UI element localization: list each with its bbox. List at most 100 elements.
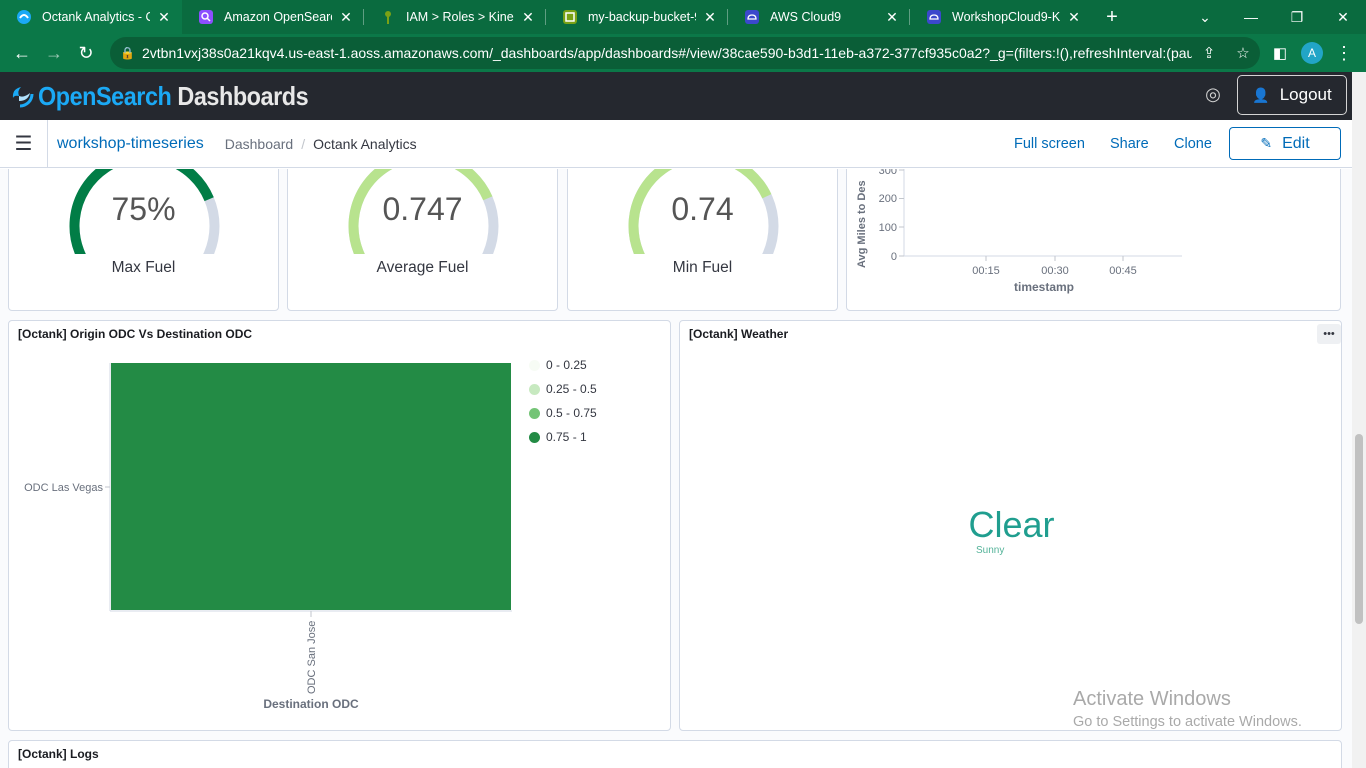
profile-avatar[interactable]: A [1301, 42, 1323, 64]
avatar[interactable]: A [1301, 42, 1323, 64]
app-header: OpenSearch Dashboards ◎ 👤 Logout [0, 72, 1352, 120]
x-axis-label: timestamp [1014, 280, 1074, 294]
iam-icon [380, 9, 396, 25]
opensearch-service-icon [198, 9, 214, 25]
tab-title: my-backup-bucket-95 [588, 10, 696, 24]
close-tab-icon[interactable]: ✕ [1066, 9, 1082, 26]
forward-icon[interactable]: → [38, 37, 70, 69]
y-axis-label: Avg Miles to Des [856, 180, 868, 268]
gauge-panel-max-fuel[interactable]: 75% Max Fuel [8, 169, 279, 311]
opensearch-tab-icon [16, 9, 32, 25]
close-tab-icon[interactable]: ✕ [702, 9, 718, 26]
weather-metric-sublabel: Sunny [976, 545, 1005, 556]
svg-text:300: 300 [879, 169, 897, 177]
close-window-icon[interactable]: ✕ [1320, 0, 1366, 34]
help-icon[interactable]: ◎ [1201, 84, 1225, 108]
close-tab-icon[interactable]: ✕ [520, 9, 536, 26]
dashboard-canvas: 75% Max Fuel 0.747 Average Fuel 0.74 Min… [0, 169, 1352, 768]
weather-panel[interactable]: [Octank] Weather ••• Clear Sunny [679, 320, 1342, 731]
share-link[interactable]: Share [1110, 136, 1149, 152]
legend-item[interactable]: 0.5 - 0.75 [529, 406, 597, 420]
workspace-link[interactable]: workshop-timeseries [57, 135, 204, 153]
logs-panel[interactable]: [Octank] Logs [8, 740, 1342, 768]
miles-chart-panel[interactable]: Avg Miles to Des 300 200 100 0 00:15 00:… [846, 169, 1341, 311]
logout-label: Logout [1279, 85, 1332, 104]
svg-text:00:45: 00:45 [1109, 265, 1137, 277]
minimize-icon[interactable]: — [1228, 0, 1274, 34]
tab-title: IAM > Roles > Kinesis [406, 10, 514, 24]
new-tab-icon[interactable]: + [1094, 6, 1130, 29]
browser-tab-bar: Octank Analytics - Op ✕ Amazon OpenSearc… [0, 0, 1366, 34]
scrollbar-thumb[interactable] [1355, 434, 1363, 624]
logo-text: OpenSearch Dashboards [38, 80, 309, 111]
logout-button[interactable]: 👤 Logout [1237, 75, 1347, 115]
browser-menu-icon[interactable]: ⋮ [1328, 37, 1360, 69]
x-axis-title: Destination ODC [263, 697, 359, 711]
tab-search-icon[interactable]: ⌄ [1182, 0, 1228, 34]
close-tab-icon[interactable]: ✕ [338, 9, 354, 26]
cloud9-icon [926, 9, 942, 25]
gauge-value: 0.74 [671, 191, 734, 227]
gauge-panel-min-fuel[interactable]: 0.74 Min Fuel [567, 169, 838, 311]
weather-metric-value: Clear [968, 504, 1055, 545]
close-tab-icon[interactable]: ✕ [156, 9, 172, 26]
legend-item[interactable]: 0.25 - 0.5 [529, 382, 597, 396]
side-panel-icon[interactable]: ◧ [1264, 37, 1296, 69]
browser-tab[interactable]: Amazon OpenSearch ( ✕ [182, 0, 364, 34]
browser-tab[interactable]: WorkshopCloud9-KG1 ✕ [910, 0, 1092, 34]
x-tick: 00:45 [1109, 256, 1137, 277]
breadcrumb-dashboard[interactable]: Dashboard [225, 136, 294, 152]
gauge-panel-average-fuel[interactable]: 0.747 Average Fuel [287, 169, 558, 311]
edit-button[interactable]: ✎ Edit [1229, 127, 1341, 160]
menu-toggle-icon[interactable]: ☰ [0, 119, 48, 168]
tab-title: Amazon OpenSearch ( [224, 10, 332, 24]
page-scrollbar[interactable] [1352, 72, 1366, 768]
edit-label: Edit [1282, 134, 1310, 152]
s3-icon [562, 9, 578, 25]
legend-label: 0 - 0.25 [546, 358, 587, 372]
browser-tab[interactable]: my-backup-bucket-95 ✕ [546, 0, 728, 34]
user-icon: 👤 [1252, 86, 1270, 103]
lock-icon[interactable]: 🔒 [120, 46, 142, 60]
tab-title: AWS Cloud9 [770, 10, 842, 24]
x-category-label: ODC San Jose [306, 621, 318, 694]
panel-title: [Octank] Logs [18, 747, 99, 761]
gauge-value: 0.747 [382, 191, 463, 227]
bookmark-star-icon[interactable]: ☆ [1226, 44, 1260, 62]
restore-icon[interactable]: ❐ [1274, 0, 1320, 34]
heatmap-cell[interactable] [111, 363, 511, 610]
browser-tab[interactable]: IAM > Roles > Kinesis ✕ [364, 0, 546, 34]
browser-tab[interactable]: AWS Cloud9 ✕ [728, 0, 910, 34]
legend-label: 0.5 - 0.75 [546, 406, 597, 420]
panel-options-icon[interactable]: ••• [1317, 324, 1341, 344]
legend-swatch [529, 431, 540, 443]
y-category-label: ODC Las Vegas [24, 482, 103, 494]
breadcrumb-bar: ☰ workshop-timeseries Dashboard / Octank… [0, 119, 1352, 168]
svg-text:00:15: 00:15 [972, 265, 1000, 277]
browser-tab[interactable]: Octank Analytics - Op ✕ [0, 0, 182, 34]
reload-icon[interactable]: ↻ [70, 37, 102, 69]
legend-swatch [529, 359, 540, 371]
breadcrumb-current: Octank Analytics [313, 135, 417, 152]
opensearch-logo[interactable]: OpenSearch Dashboards [10, 81, 338, 112]
legend-item[interactable]: 0.75 - 1 [529, 430, 587, 444]
y-tick: 200 [879, 193, 904, 205]
cloud9-icon [744, 9, 760, 25]
activate-windows-hint: Go to Settings to activate Windows. [1073, 714, 1302, 730]
legend-item[interactable]: 0 - 0.25 [529, 358, 587, 372]
pencil-icon: ✎ [1260, 135, 1273, 151]
full-screen-link[interactable]: Full screen [1014, 136, 1085, 152]
svg-text:100: 100 [879, 222, 897, 234]
gauge-label: Min Fuel [672, 259, 733, 276]
clone-link[interactable]: Clone [1174, 136, 1212, 152]
odc-heatmap-panel[interactable]: [Octank] Origin ODC Vs Destination ODC O… [8, 320, 671, 731]
y-tick: 300 [879, 169, 904, 177]
url-text[interactable]: 2vtbn1vxj38s0a21kqv4.us-east-1.aoss.amaz… [142, 45, 1192, 61]
legend-label: 0.25 - 0.5 [546, 382, 597, 396]
address-bar[interactable]: 🔒 2vtbn1vxj38s0a21kqv4.us-east-1.aoss.am… [110, 37, 1260, 69]
breadcrumb-separator: / [301, 135, 306, 152]
close-tab-icon[interactable]: ✕ [884, 9, 900, 26]
tab-title: WorkshopCloud9-KG1 [952, 10, 1060, 24]
share-page-icon[interactable]: ⇪ [1192, 44, 1226, 62]
back-icon[interactable]: ← [6, 37, 38, 69]
